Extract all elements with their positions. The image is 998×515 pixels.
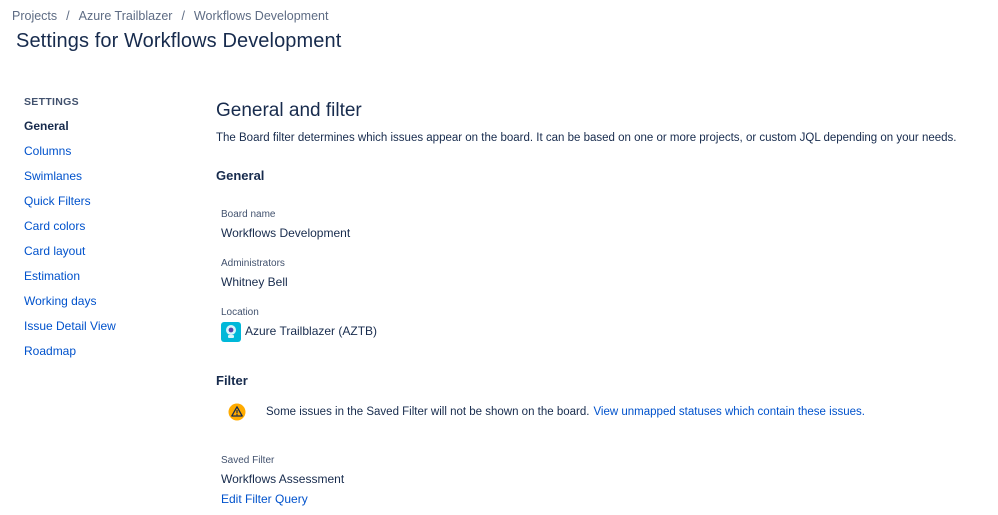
breadcrumb-board[interactable]: Workflows Development xyxy=(194,9,329,23)
sidebar-item-issue-detail-view[interactable]: Issue Detail View xyxy=(24,318,184,343)
board-name-value: Workflows Development xyxy=(221,226,351,240)
section-description: The Board filter determines which issues… xyxy=(216,132,957,144)
view-unmapped-statuses-link[interactable]: View unmapped statuses which contain the… xyxy=(593,406,864,418)
breadcrumb-separator: / xyxy=(66,9,70,23)
page: Projects / Azure Trailblazer / Workflows… xyxy=(0,0,998,515)
sidebar-item-general[interactable]: General xyxy=(24,118,184,143)
sidebar-item-estimation[interactable]: Estimation xyxy=(24,268,184,293)
sidebar-item-card-layout[interactable]: Card layout xyxy=(24,243,184,268)
sidebar-item-card-colors[interactable]: Card colors xyxy=(24,218,184,243)
location-value[interactable]: Azure Trailblazer (AZTB) xyxy=(245,324,377,338)
sidebar-heading: SETTINGS xyxy=(24,96,79,108)
sidebar-item-columns[interactable]: Columns xyxy=(24,143,184,168)
filter-heading: Filter xyxy=(216,373,248,388)
general-heading: General xyxy=(216,168,265,183)
saved-filter-label: Saved Filter xyxy=(221,455,275,466)
saved-filter-field: Saved Filter Workflows Assessment Edit F… xyxy=(221,455,344,508)
saved-filter-value[interactable]: Workflows Assessment xyxy=(221,472,344,486)
unmapped-status-warning: Some issues in the Saved Filter will not… xyxy=(228,403,865,421)
location-label: Location xyxy=(221,307,259,318)
administrators-value: Whitney Bell xyxy=(221,275,288,289)
sidebar-list: General Columns Swimlanes Quick Filters … xyxy=(24,118,184,368)
board-name-label: Board name xyxy=(221,209,276,220)
project-avatar-icon xyxy=(221,322,241,342)
breadcrumb: Projects / Azure Trailblazer / Workflows… xyxy=(12,9,328,23)
settings-sidebar: SETTINGS General Columns Swimlanes Quick… xyxy=(24,96,184,368)
sidebar-item-working-days[interactable]: Working days xyxy=(24,293,184,318)
administrators-label: Administrators xyxy=(221,258,285,269)
edit-filter-query-link[interactable]: Edit Filter Query xyxy=(221,492,308,506)
main-content: General and filter The Board filter dete… xyxy=(216,100,986,506)
section-title: General and filter xyxy=(216,100,362,121)
sidebar-item-swimlanes[interactable]: Swimlanes xyxy=(24,168,184,193)
sidebar-item-quick-filters[interactable]: Quick Filters xyxy=(24,193,184,218)
breadcrumb-project[interactable]: Azure Trailblazer xyxy=(79,9,173,23)
sidebar-item-roadmap[interactable]: Roadmap xyxy=(24,343,184,368)
breadcrumb-separator: / xyxy=(181,9,185,23)
board-name-field: Board name Workflows Development xyxy=(221,209,350,240)
warning-text: Some issues in the Saved Filter will not… xyxy=(266,406,590,418)
administrators-field: Administrators Whitney Bell xyxy=(221,258,288,289)
breadcrumb-projects[interactable]: Projects xyxy=(12,9,57,23)
page-title: Settings for Workflows Development xyxy=(16,30,342,52)
warning-icon xyxy=(228,403,246,421)
location-field: Location Azure Trailblazer (AZTB) xyxy=(221,307,377,342)
location-row: Azure Trailblazer (AZTB) xyxy=(221,322,377,342)
